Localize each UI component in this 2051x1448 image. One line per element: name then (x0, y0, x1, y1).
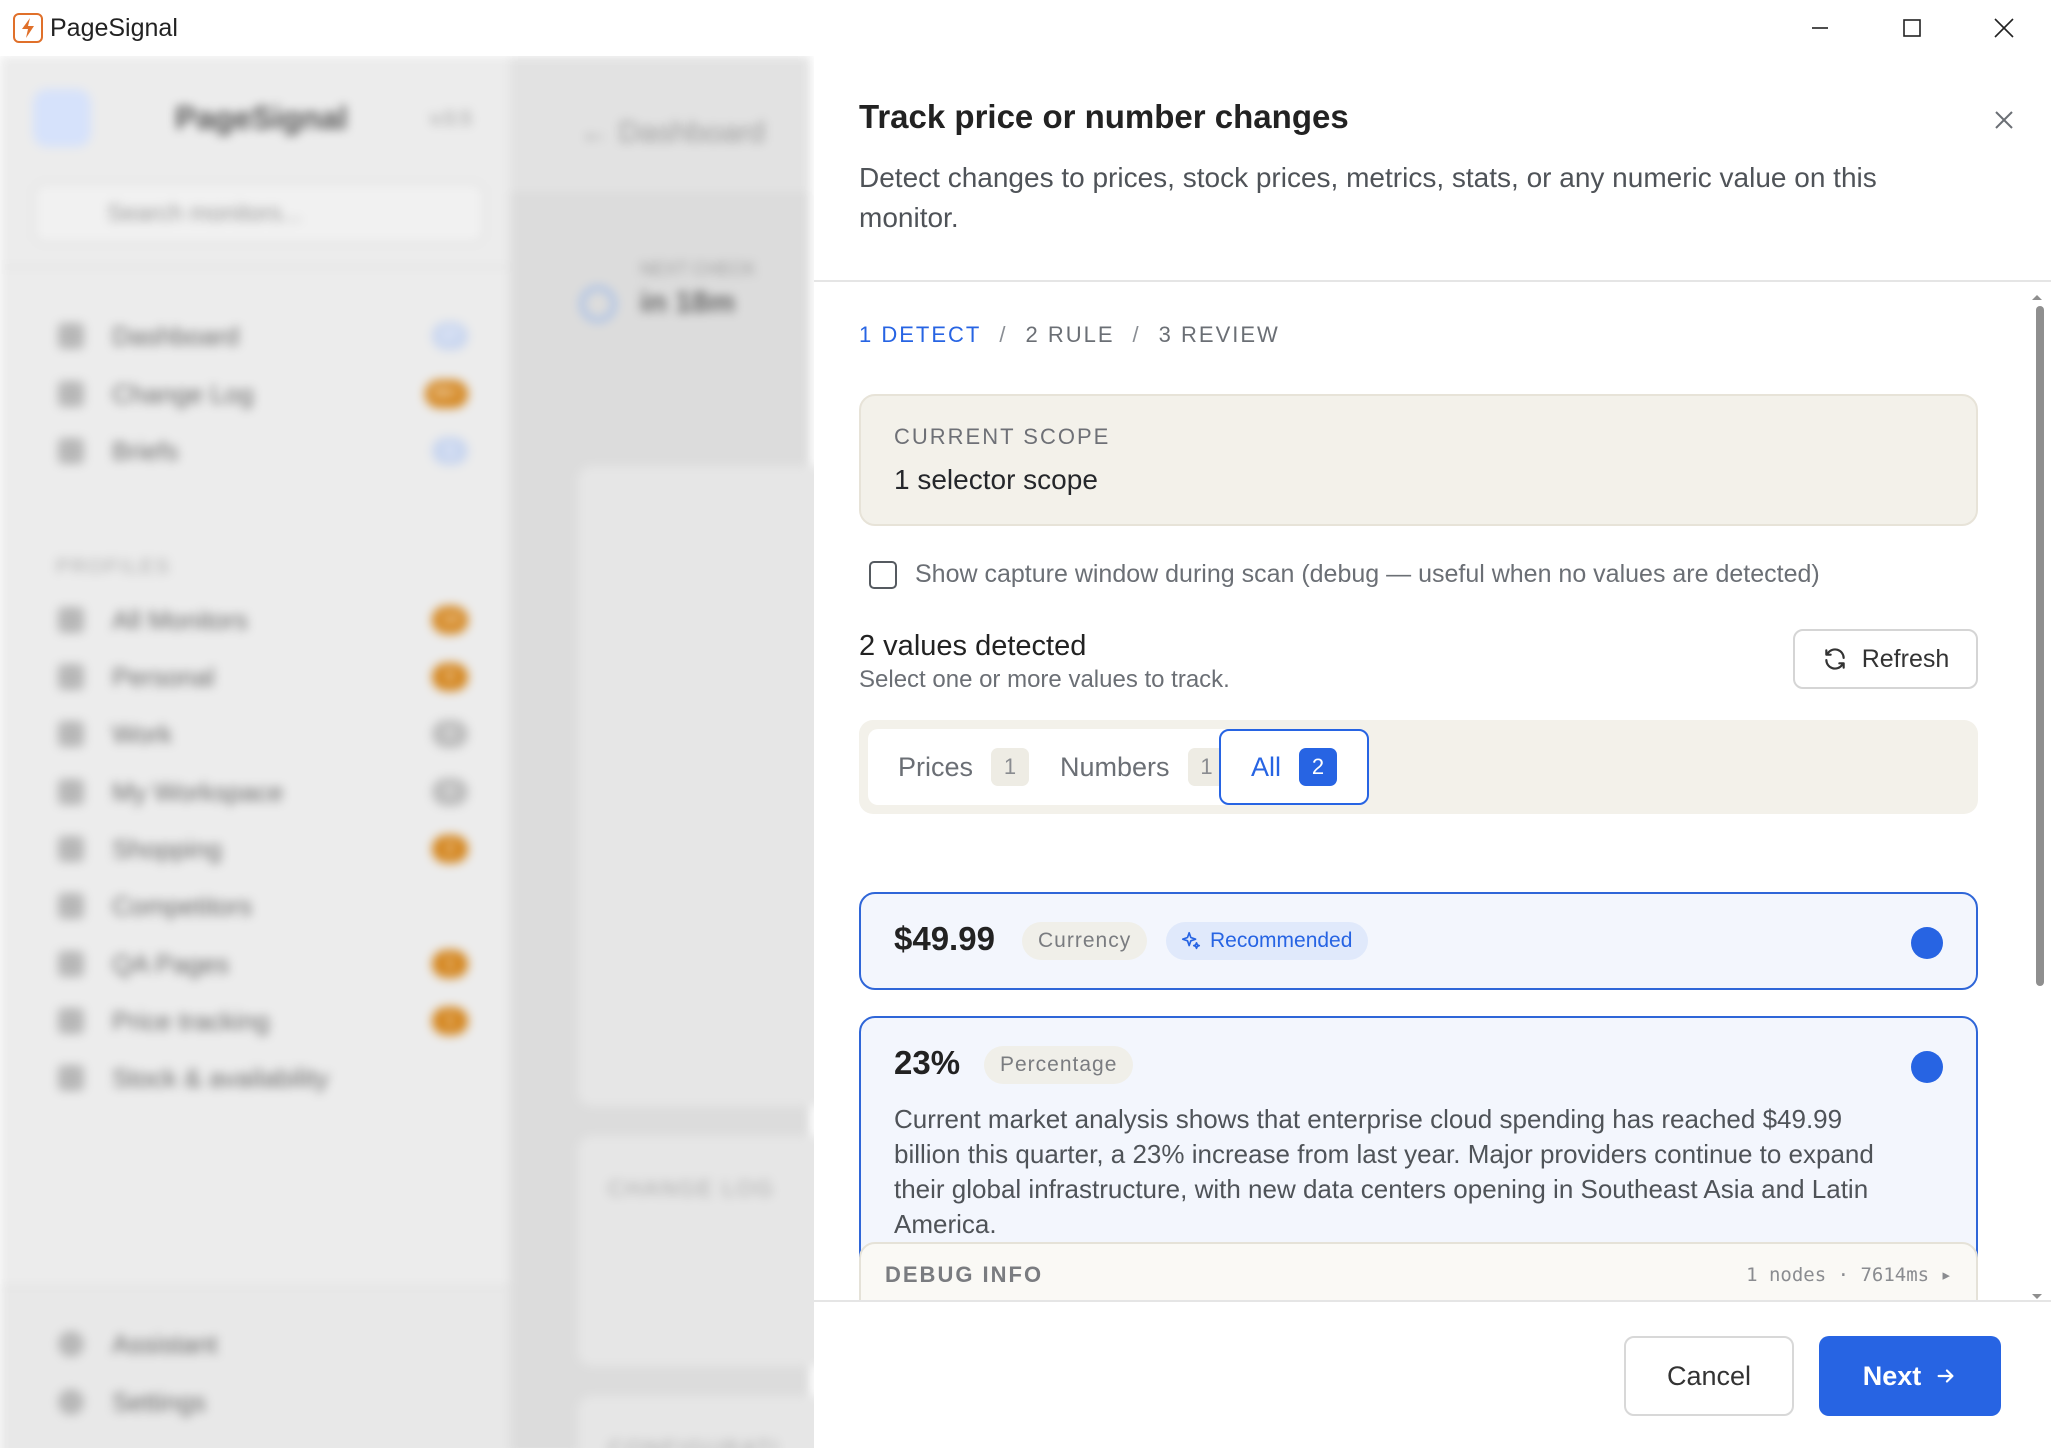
step-review: 3 REVIEW (1158, 322, 1280, 347)
value-card-percentage[interactable]: 23% Percentage Current market analysis s… (859, 1016, 1978, 1272)
main-card (578, 466, 814, 1106)
sidebar-item-stock-availability[interactable]: Stock & availability (58, 1058, 468, 1098)
next-check: NEXT CHECK in 18m (640, 259, 756, 319)
current-scope-box: CURRENT SCOPE 1 selector scope (859, 394, 1978, 526)
breadcrumb[interactable]: ← Dashboard (580, 116, 765, 150)
close-icon[interactable] (1958, 0, 2050, 56)
briefcase-icon (58, 721, 84, 747)
sidebar-bottom: Assistant Settings (0, 1286, 510, 1448)
sidebar-item-assistant[interactable]: Assistant (58, 1324, 468, 1364)
sidebar-version: v.0.5 (430, 108, 472, 130)
selected-indicator[interactable] (1911, 927, 1943, 959)
sparkle-icon (1181, 931, 1201, 950)
clock-icon (580, 286, 616, 322)
sidebar-item-competitors[interactable]: Competitors (58, 886, 468, 926)
sidebar-item-settings[interactable]: Settings (58, 1382, 468, 1422)
chat-icon (58, 1331, 84, 1357)
track-changes-dialog: Track price or number changes Detect cha… (814, 56, 2051, 1448)
filter-tab-all[interactable]: All 2 (1219, 729, 1370, 805)
debug-capture-label: Show capture window during scan (debug —… (915, 560, 1820, 588)
chart-icon (58, 951, 84, 977)
dialog-subtitle: Detect changes to prices, stock prices, … (859, 162, 1877, 233)
target-icon (58, 893, 84, 919)
configuration-card: CONFIGURATI (578, 1396, 814, 1448)
sidebar: PageSignal v.0.5 Search monitors... Dash… (0, 56, 510, 1448)
sidebar-item-dashboard[interactable]: Dashboard 27 (58, 316, 468, 356)
sidebar-item-shopping[interactable]: Shopping 2 (58, 829, 468, 869)
scope-label: CURRENT SCOPE (894, 424, 1111, 449)
dollar-icon (58, 1008, 84, 1034)
refresh-icon (1824, 648, 1845, 670)
background-app: PageSignal v.0.5 Search monitors... Dash… (0, 56, 814, 1448)
step-separator: / (1132, 322, 1141, 347)
window-title: PageSignal (50, 14, 178, 42)
filter-count: 1 (991, 748, 1030, 786)
sidebar-item-briefs[interactable]: Briefs 1 (58, 431, 468, 471)
detected-value: $49.99 (894, 920, 995, 957)
refresh-button[interactable]: Refresh (1793, 629, 1978, 689)
arrow-right-icon (1937, 1369, 1954, 1383)
change-log-card: CHANGE LOG (578, 1136, 814, 1366)
sidebar-item-personal[interactable]: Personal 0 (58, 657, 468, 697)
refresh-label: Refresh (1861, 644, 1950, 673)
selected-indicator[interactable] (1911, 1051, 1943, 1083)
filter-count: 2 (1299, 748, 1338, 786)
sidebar-profiles-heading: PROFILES (56, 556, 171, 578)
debug-info-label: DEBUG INFO (885, 1262, 1044, 1287)
maximize-icon[interactable] (1866, 0, 1958, 56)
next-button[interactable]: Next (1819, 1336, 2001, 1416)
sidebar-item-qa-pages[interactable]: QA Pages 1 (58, 944, 468, 984)
debug-info-meta: 1 nodes · 7614ms ▸ (1746, 1264, 1952, 1286)
dialog-close-icon[interactable] (1984, 100, 2024, 140)
dialog-title: Track price or number changes (859, 98, 1349, 135)
cancel-button[interactable]: Cancel (1624, 1336, 1794, 1416)
sidebar-item-work[interactable]: Work 0 (58, 714, 468, 754)
scope-value: 1 selector scope (894, 464, 1098, 495)
step-rule: 2 RULE (1025, 322, 1115, 347)
recommended-badge: Recommended (1166, 922, 1369, 960)
value-type-badge: Percentage (984, 1046, 1134, 1084)
debug-info-panel[interactable]: DEBUG INFO 1 nodes · 7614ms ▸ (859, 1242, 1978, 1302)
app-logo-icon (13, 13, 43, 43)
sidebar-logo-icon (33, 89, 91, 147)
window-titlebar: PageSignal (0, 0, 2051, 56)
dashboard-icon (58, 323, 84, 349)
value-card-currency[interactable]: $49.99 Currency Recommended (859, 892, 1978, 990)
value-context-text: Current market analysis shows that enter… (894, 1104, 1874, 1239)
user-icon (58, 664, 84, 690)
sidebar-item-change-log[interactable]: Change Log 99+ (58, 374, 468, 414)
sidebar-item-price-tracking[interactable]: Price tracking 1 (58, 1001, 468, 1041)
scrollbar-thumb[interactable] (2036, 306, 2044, 986)
gear-icon (58, 1389, 84, 1415)
send-icon (58, 438, 84, 464)
detected-value: 23% (894, 1044, 961, 1081)
sidebar-app-name: PageSignal (175, 100, 348, 136)
main-content: ← Dashboard NEXT CHECK in 18m CHANGE LOG … (510, 56, 814, 1448)
value-filter-tabs: Prices 1 Numbers 1 All 2 (859, 720, 1978, 814)
values-detected-title: 2 values detected (859, 630, 1087, 662)
values-detected-subtitle: Select one or more values to track. (859, 666, 1230, 693)
sidebar-search-input[interactable]: Search monitors... (33, 182, 485, 244)
dialog-footer: Cancel Next (814, 1300, 2051, 1448)
cart-icon (58, 836, 84, 862)
debug-capture-option[interactable]: Show capture window during scan (debug —… (869, 560, 1820, 589)
sidebar-item-my-workspace[interactable]: My Workspace 0 (58, 772, 468, 812)
dialog-body: 1 DETECT / 2 RULE / 3 REVIEW CURRENT SCO… (814, 284, 2051, 1302)
document-icon (58, 381, 84, 407)
dialog-header: Track price or number changes Detect cha… (814, 56, 2051, 282)
step-separator: / (999, 322, 1008, 347)
debug-capture-checkbox[interactable] (869, 560, 897, 589)
sidebar-item-all-monitors[interactable]: All Monitors 14 (58, 600, 468, 640)
minimize-icon[interactable] (1774, 0, 1866, 56)
folder-icon (58, 779, 84, 805)
value-type-badge: Currency (1022, 922, 1148, 960)
step-detect: 1 DETECT (859, 322, 982, 347)
monitor-icon (58, 607, 84, 633)
stepper: 1 DETECT / 2 RULE / 3 REVIEW (859, 322, 1280, 348)
folder-icon (58, 1065, 84, 1091)
